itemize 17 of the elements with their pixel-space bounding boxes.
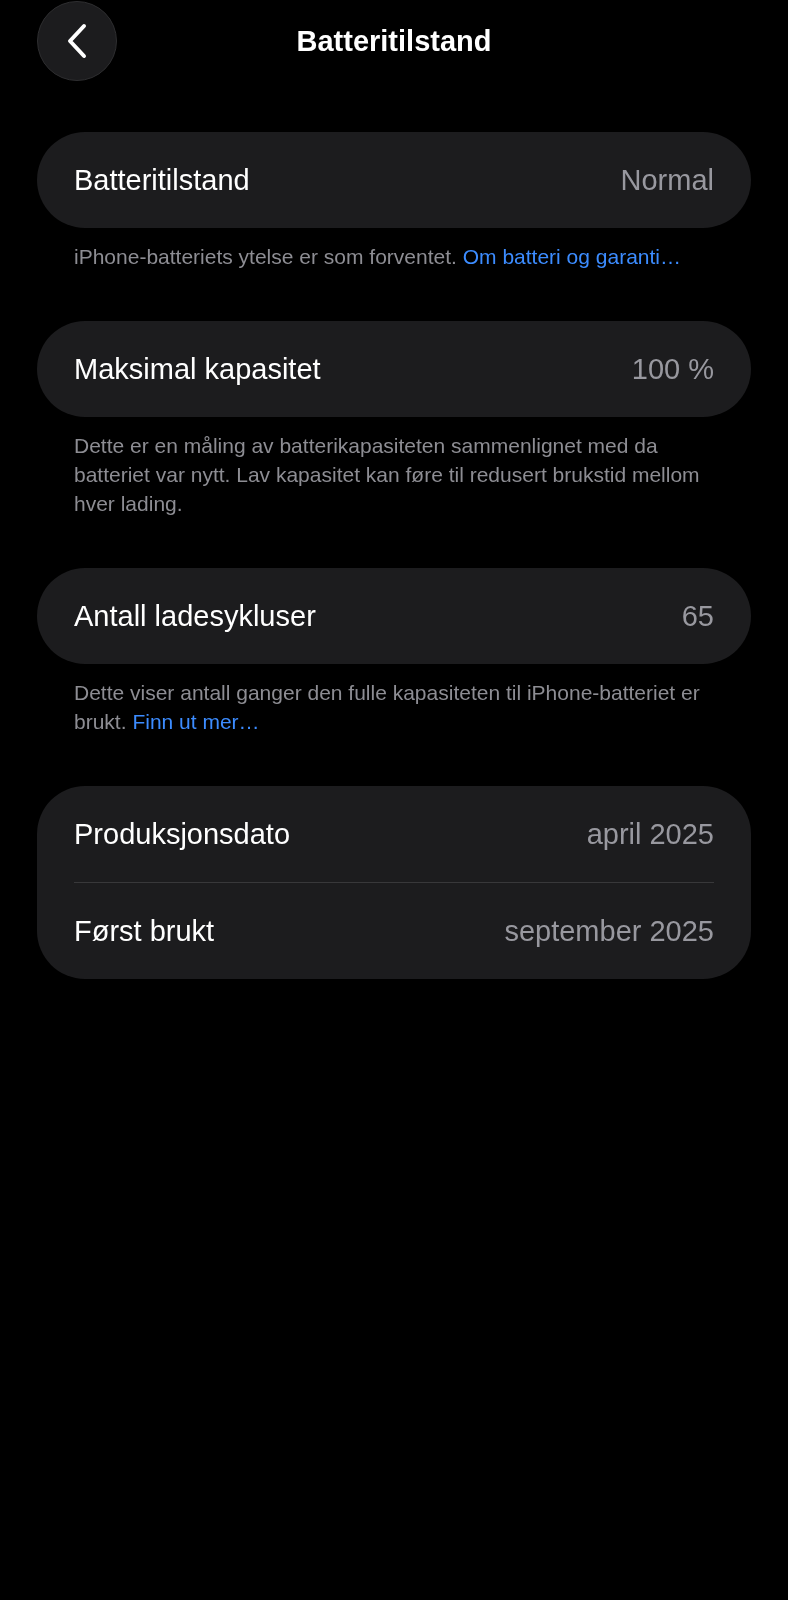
row-value: 100 % <box>631 352 714 386</box>
row-label: Antall ladesykluser <box>74 599 316 633</box>
row-value: april 2025 <box>586 817 714 851</box>
row-label: Batteritilstand <box>74 163 250 197</box>
footnote-text: Dette er en måling av batterikapasiteten sammenlignet med da batteriet var nytt. Lav kapasitet kan føre til redusert brukstid mellom hver lading. <box>74 433 701 517</box>
row-value: 65 <box>681 599 714 633</box>
row-value: september 2025 <box>504 914 714 948</box>
row-value: Normal <box>620 163 714 197</box>
chevron-left-icon <box>66 23 88 59</box>
row-label: Først brukt <box>74 914 215 948</box>
nav-title: Batteritilstand <box>296 24 492 58</box>
footnote-link[interactable]: Finn ut mer… <box>132 710 260 733</box>
row-label: Maksimal kapasitet <box>74 352 321 386</box>
footnote-link[interactable]: Om batteri og garanti… <box>462 245 681 268</box>
row-label: Produksjonsdato <box>74 817 291 851</box>
footnote-text: iPhone-batteriets ytelse er som forventet. Om batteri og garanti… <box>74 244 682 270</box>
footnote-text: Dette viser antall ganger den fulle kapasiteten til iPhone-batteriet er brukt. Finn ut mer… <box>74 680 701 735</box>
